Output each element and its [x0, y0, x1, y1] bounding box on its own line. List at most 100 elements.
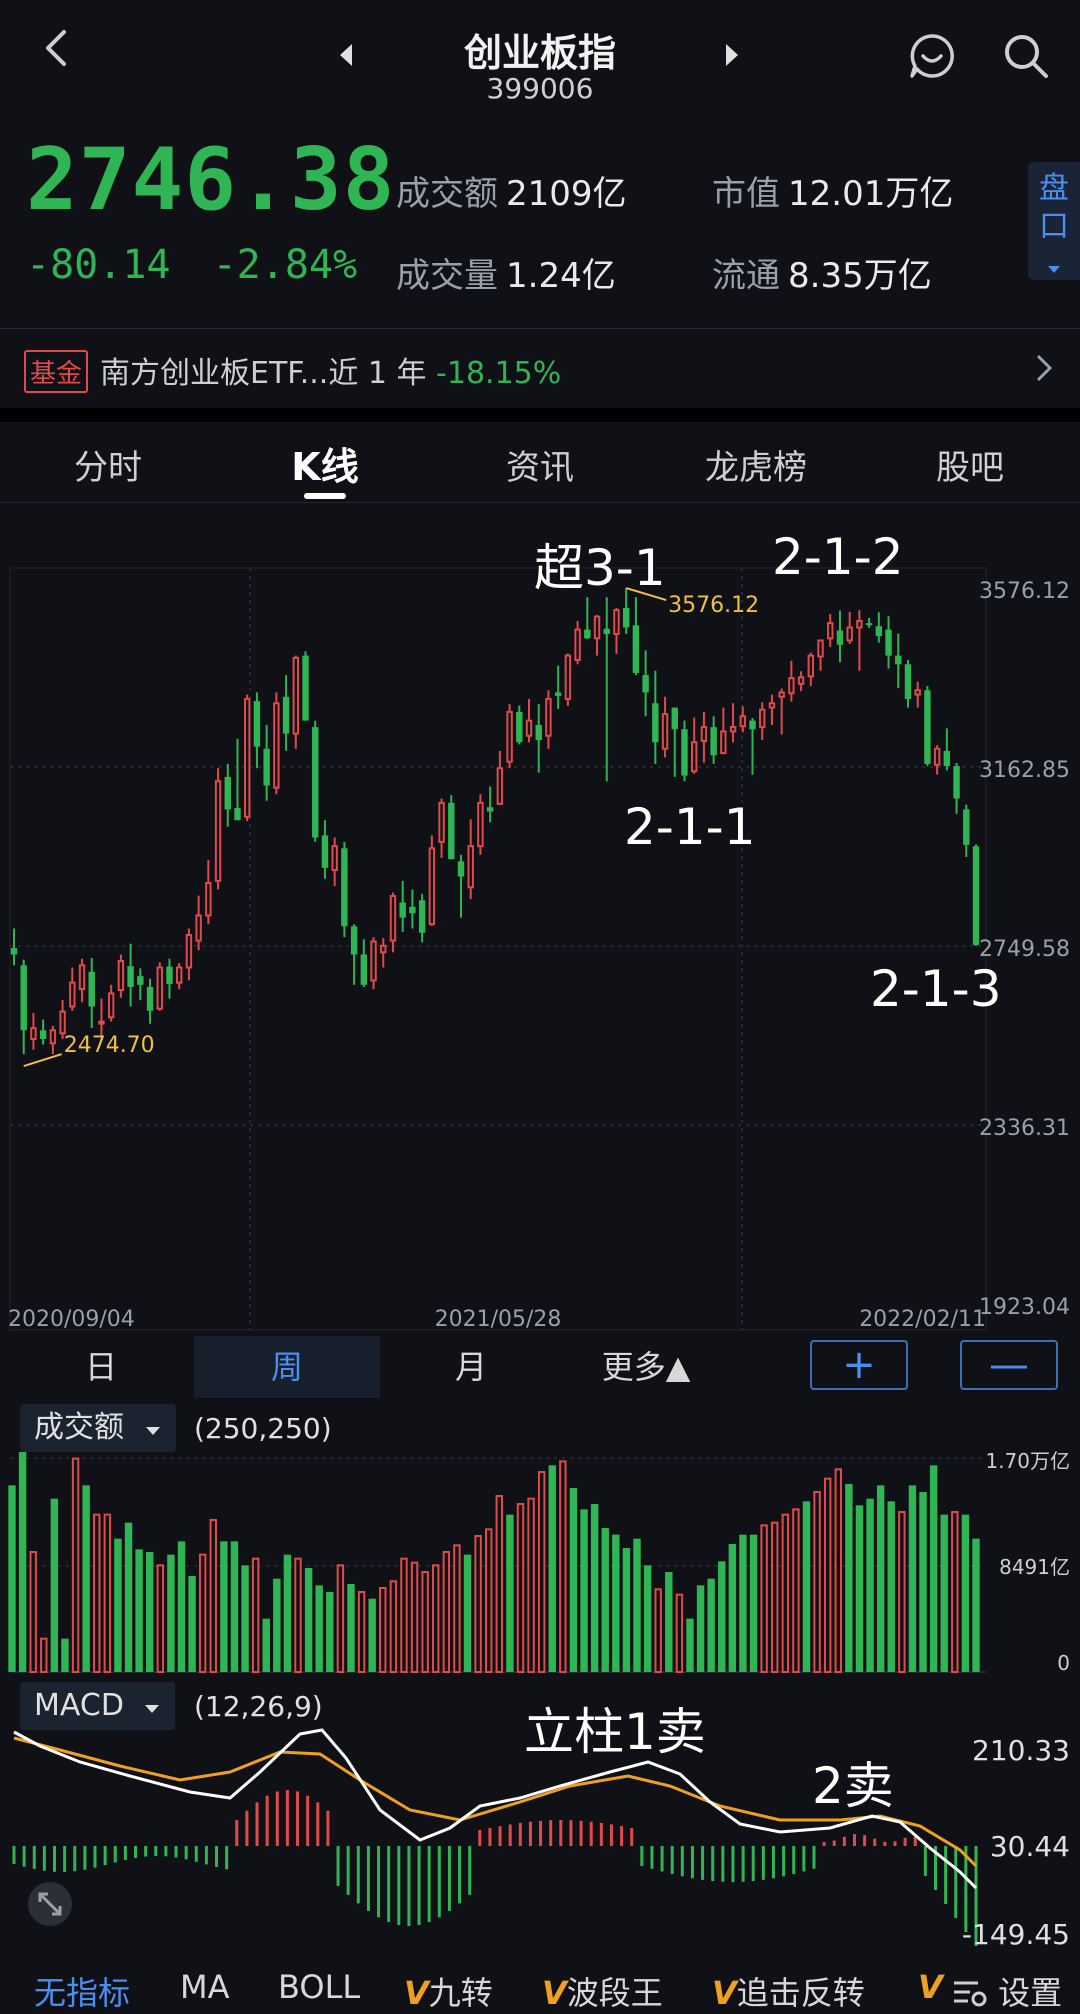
- volume-axis: 1.70万亿 8491亿 0: [985, 1449, 1070, 1675]
- volume-bar-down: [961, 1514, 970, 1672]
- candlestick-series: [10, 588, 980, 1055]
- candle-body-down: [39, 1030, 47, 1039]
- candle-body-down: [448, 802, 455, 860]
- candle-body-up: [467, 845, 474, 889]
- tab-kline[interactable]: K线: [245, 436, 405, 491]
- candle-body-down: [20, 965, 27, 1031]
- volume-bar-down: [18, 1452, 27, 1672]
- caret-down-icon: [1048, 266, 1060, 273]
- volume-bar-up: [951, 1511, 959, 1673]
- volume-indicator-label: 成交额: [34, 1410, 124, 1445]
- volume-bar-down: [749, 1534, 758, 1672]
- candle-body-down: [341, 848, 348, 927]
- indicator-none[interactable]: 无指标: [34, 1968, 130, 2014]
- macd-axis: 210.33 30.44 -149.45: [962, 1734, 1070, 1950]
- candle-body-down: [603, 628, 610, 634]
- indicator-boduanwang-label: 波段王: [566, 1974, 663, 2012]
- candle-body-down: [875, 626, 883, 637]
- current-price: 2746.38: [26, 130, 396, 230]
- date-tick-label: 2022/02/11: [859, 1307, 986, 1332]
- volume-bar-up: [559, 1460, 567, 1673]
- volume-bar-down: [347, 1584, 355, 1672]
- volume-bar-down: [580, 1509, 588, 1672]
- fund-name: 南方创业板ETF...近 1 年: [100, 356, 437, 391]
- candle-body-up: [788, 677, 795, 695]
- candle-body-up: [370, 940, 377, 982]
- volume-bar-down: [315, 1585, 323, 1672]
- zoom-out-button[interactable]: —: [960, 1340, 1058, 1390]
- change-value: -80.14: [26, 242, 171, 288]
- price-tick-label: 2336.31: [979, 1116, 1070, 1141]
- candle-body-down: [904, 664, 912, 699]
- candle-body-up: [914, 689, 921, 696]
- volume-bar-down: [707, 1578, 715, 1672]
- indicator-boduanwang[interactable]: V波段王: [542, 1968, 663, 2014]
- volume-bar-down: [919, 1492, 927, 1672]
- volume-bar-up: [813, 1491, 821, 1673]
- indicator-boll[interactable]: BOLL: [278, 1968, 360, 2006]
- zoom-in-button[interactable]: +: [810, 1340, 908, 1390]
- volume-bar-up: [527, 1497, 535, 1674]
- candle-body-down: [943, 750, 951, 767]
- pankou-button[interactable]: 盘口: [1028, 162, 1080, 280]
- volume-value: 1.24亿: [506, 256, 616, 296]
- candle-body-up: [185, 933, 193, 969]
- active-tab-indicator: [304, 493, 346, 499]
- low-marker-line: [23, 1053, 63, 1068]
- v-icon: V: [918, 1968, 943, 2006]
- volume-bar-down: [665, 1572, 673, 1672]
- fullscreen-icon[interactable]: [26, 1880, 74, 1928]
- macd-indicator-select[interactable]: MACD: [20, 1682, 176, 1730]
- float-stat: 流通 8.35万亿: [712, 248, 932, 297]
- float-value: 8.35万亿: [788, 256, 932, 296]
- volume-bar-up: [294, 1557, 302, 1673]
- change-percent: -2.84%: [212, 242, 358, 288]
- next-stock-icon[interactable]: [722, 42, 742, 68]
- volume-bar-down: [739, 1534, 747, 1672]
- volume-bar-down: [643, 1565, 652, 1672]
- volume-bar-down: [633, 1538, 641, 1672]
- candle-body-up: [807, 654, 815, 678]
- tab-forum[interactable]: 股吧: [890, 440, 1050, 489]
- candle-body-down: [652, 703, 659, 743]
- settings-icon: [954, 1981, 987, 2007]
- indicator-more[interactable]: V: [918, 1968, 943, 2006]
- indicator-jiuzhuan-label: 九转: [428, 1974, 493, 2012]
- annotation-pillar-sell: 立柱1卖: [524, 1703, 706, 1761]
- period-month[interactable]: 月: [378, 1336, 564, 1398]
- price-tick-label: 3576.12: [979, 579, 1070, 604]
- candle-body-up: [827, 622, 834, 640]
- candle-body-down: [263, 748, 270, 786]
- indicator-zhuiji[interactable]: V追击反转: [712, 1968, 865, 2014]
- indicator-ma[interactable]: MA: [180, 1968, 230, 2006]
- volume-bar-down: [686, 1618, 694, 1672]
- candle-body-up: [205, 882, 212, 917]
- volume-bar-up: [834, 1468, 842, 1673]
- tab-intraday[interactable]: 分时: [28, 440, 188, 489]
- chat-icon[interactable]: [908, 32, 956, 80]
- candle-body-down: [457, 861, 465, 877]
- tab-dragon-tiger[interactable]: 龙虎榜: [676, 440, 836, 489]
- candle-body-down: [146, 986, 154, 1011]
- search-icon[interactable]: [1002, 32, 1050, 80]
- candle-body-up: [545, 697, 552, 737]
- volume-indicator-select[interactable]: 成交额: [20, 1404, 176, 1452]
- candle-body-down: [895, 655, 902, 665]
- low-marker-label: 2474.70: [64, 1033, 155, 1058]
- volume-bar-down: [61, 1638, 69, 1672]
- settings-button[interactable]: 设置: [952, 1968, 1080, 2014]
- period-more[interactable]: 更多▲: [546, 1336, 746, 1398]
- period-week[interactable]: 周: [194, 1336, 380, 1398]
- chevron-right-icon[interactable]: [1034, 352, 1054, 384]
- candle-body-up: [477, 801, 484, 848]
- volume-bar-up: [71, 1457, 80, 1674]
- candle-body-up: [506, 710, 513, 763]
- period-day[interactable]: 日: [8, 1336, 194, 1398]
- volume-bar-down: [845, 1484, 853, 1672]
- tab-news[interactable]: 资讯: [460, 440, 620, 489]
- volume-bar-down: [972, 1538, 980, 1672]
- volume-tick-label: 1.70万亿: [985, 1449, 1070, 1473]
- indicator-jiuzhuan[interactable]: V九转: [404, 1968, 493, 2014]
- settings-label: 设置: [998, 1974, 1063, 2012]
- candle-body-up: [98, 1020, 105, 1025]
